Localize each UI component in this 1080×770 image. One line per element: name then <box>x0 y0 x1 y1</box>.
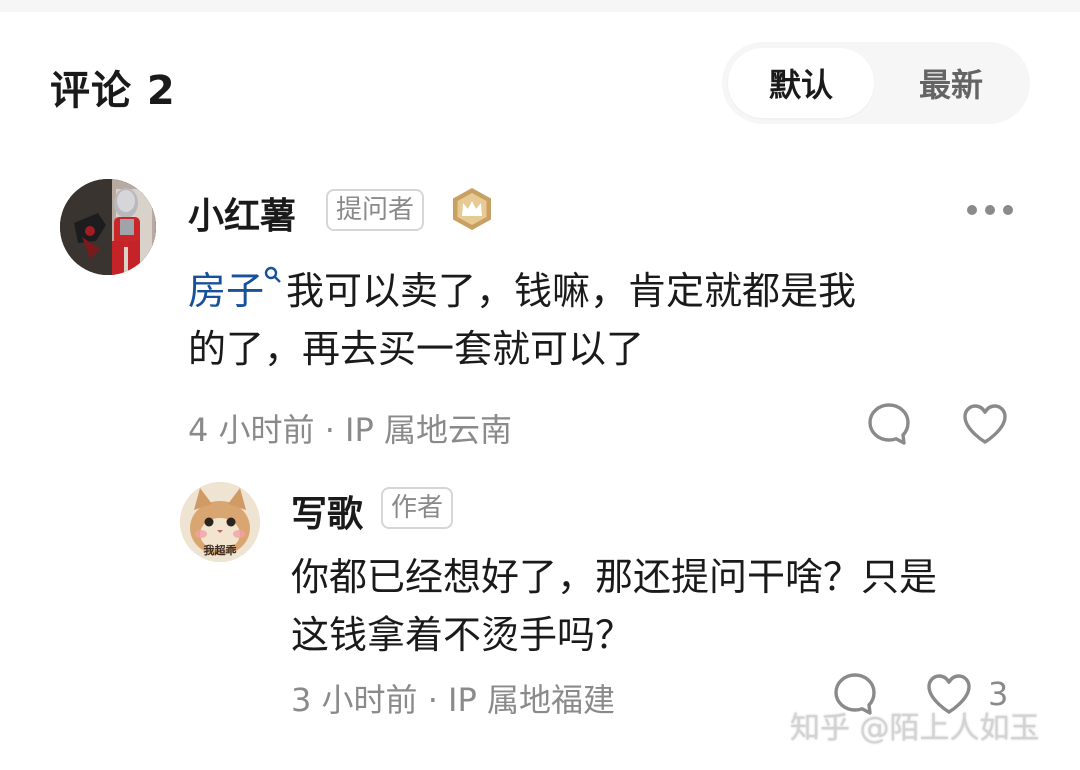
topic-link[interactable]: 房子 <box>188 269 264 313</box>
top-strip <box>0 0 1080 12</box>
more-options-icon[interactable] <box>966 202 1014 216</box>
watermark: 知乎 @陌上人如玉 <box>790 711 1040 746</box>
reply-avatar[interactable]: 我超乖 <box>180 482 260 562</box>
sort-latest-button[interactable]: 最新 <box>878 48 1024 118</box>
reply-text-line1: 你都已经想好了，那还提问干啥？只是 <box>291 555 938 599</box>
sort-default-button[interactable]: 默认 <box>728 48 874 118</box>
avatar-caption: 我超乖 <box>203 544 237 557</box>
sort-toggle[interactable]: 默认 最新 <box>722 42 1030 124</box>
comment-text: 房子 我可以卖了，钱嘛，肯定就都是我 的了，再去买一套就可以了 <box>188 262 1048 378</box>
reply-meta: 3 小时前 · IP 属地福建 <box>291 681 615 719</box>
like-icon[interactable] <box>962 403 1008 445</box>
author-tag: 作者 <box>381 487 454 529</box>
reply-author-name[interactable]: 写歌 <box>291 485 363 537</box>
search-icon <box>264 266 281 283</box>
avatar-image <box>60 179 156 275</box>
reply-icon[interactable] <box>866 401 912 447</box>
reply-text: 你都已经想好了，那还提问干啥？只是 这钱拿着不烫手吗？ <box>291 548 1051 664</box>
comment-author-name[interactable]: 小红薯 <box>188 187 296 239</box>
comment-text-line2: 的了，再去买一套就可以了 <box>188 327 645 371</box>
reply-text-line2: 这钱拿着不烫手吗？ <box>291 613 634 657</box>
comment-meta: 4 小时前 · IP 属地云南 <box>188 411 512 449</box>
crown-badge-icon <box>450 186 494 232</box>
comment-text-line1: 我可以卖了，钱嘛，肯定就都是我 <box>286 269 857 313</box>
avatar[interactable] <box>60 179 156 275</box>
asker-tag: 提问者 <box>326 189 425 231</box>
comments-title: 评论 2 <box>50 68 176 114</box>
